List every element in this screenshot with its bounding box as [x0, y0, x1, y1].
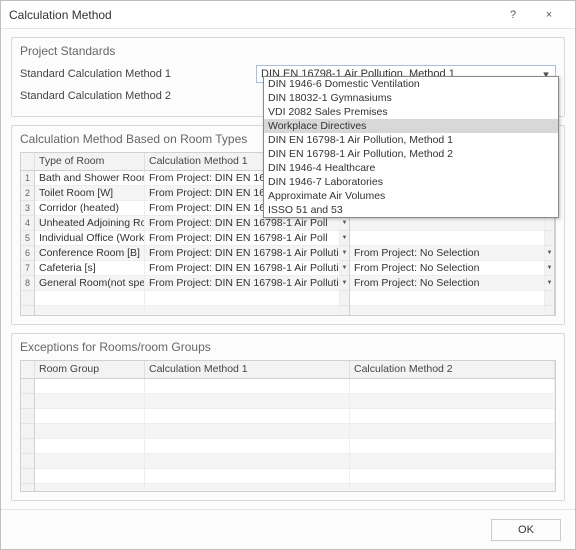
row-index: 6: [21, 246, 35, 261]
dropdown-option[interactable]: DIN EN 16798-1 Air Pollution, Method 1: [264, 133, 558, 147]
table-row[interactable]: 4Unheated Adjoining RoomFrom Project: DI…: [21, 216, 555, 231]
std-method-1-label: Standard Calculation Method 1: [20, 68, 256, 80]
dropdown-option[interactable]: ISSO 51 and 53: [264, 203, 558, 217]
chevron-down-icon: ▼: [547, 250, 553, 256]
chevron-down-icon: ▼: [342, 220, 348, 226]
dropdown-option[interactable]: DIN 18032-1 Gymnasiums: [264, 91, 558, 105]
table-row: [21, 484, 555, 491]
dropdown-option[interactable]: DIN 1946-7 Laboratories: [264, 175, 558, 189]
ex-col-method-1[interactable]: Calculation Method 1: [145, 361, 350, 378]
cell-type[interactable]: General Room(not specified): [35, 276, 145, 291]
cell-method-2[interactable]: From Project: No Selection: [350, 276, 545, 291]
cell-method-2-dropdown[interactable]: ▼: [545, 276, 555, 291]
dropdown-option[interactable]: DIN 1946-4 Healthcare: [264, 161, 558, 175]
table-row: [21, 454, 555, 469]
cell-method-2[interactable]: From Project: No Selection: [350, 246, 545, 261]
table-row[interactable]: 5Individual Office (Working Pla...From P…: [21, 231, 555, 246]
exceptions-section: Exceptions for Rooms/room Groups Room Gr…: [11, 333, 565, 501]
window-title: Calculation Method: [9, 8, 495, 22]
cell-method-1-dropdown[interactable]: ▼: [340, 246, 350, 261]
cell-method-2-dropdown[interactable]: ▼: [545, 261, 555, 276]
std-method-1-dropdown[interactable]: DIN 1946-6 Domestic VentilationDIN 18032…: [263, 76, 559, 218]
cell-method-2-dropdown[interactable]: [545, 216, 555, 231]
table-row: [21, 424, 555, 439]
cell-type[interactable]: Cafeteria [s]: [35, 261, 145, 276]
cell-method-2-dropdown[interactable]: [545, 231, 555, 246]
row-index: 5: [21, 231, 35, 246]
cell-method-1[interactable]: From Project: DIN EN 16798-1 Air Polluti…: [145, 261, 340, 276]
close-button[interactable]: ×: [531, 1, 567, 29]
ex-col-index: [21, 361, 35, 378]
ex-col-method-2[interactable]: Calculation Method 2: [350, 361, 555, 378]
table-row: [21, 379, 555, 394]
chevron-down-icon: ▼: [547, 265, 553, 271]
footer: OK: [1, 509, 575, 549]
cell-method-1[interactable]: From Project: DIN EN 16798-1 Air Polluti…: [145, 276, 340, 291]
help-button[interactable]: ?: [495, 1, 531, 29]
dropdown-option[interactable]: DIN 1946-6 Domestic Ventilation: [264, 77, 558, 91]
table-row: [21, 409, 555, 424]
cell-method-2[interactable]: [350, 216, 545, 231]
table-row: [21, 291, 555, 306]
cell-method-1[interactable]: From Project: DIN EN 16798-1 Air Polluti…: [145, 246, 340, 261]
dropdown-option[interactable]: Workplace Directives: [264, 119, 558, 133]
row-index: 4: [21, 216, 35, 231]
ok-button[interactable]: OK: [491, 519, 561, 541]
cell-method-2[interactable]: [350, 231, 545, 246]
cell-method-1[interactable]: From Project: DIN EN 16798-1 Air Poll: [145, 231, 340, 246]
table-row: [21, 394, 555, 409]
table-row: [21, 306, 555, 315]
chevron-down-icon: ▼: [547, 280, 553, 286]
row-index: 8: [21, 276, 35, 291]
cell-type[interactable]: Individual Office (Working Pla...: [35, 231, 145, 246]
dropdown-option[interactable]: Approximate Air Volumes: [264, 189, 558, 203]
chevron-down-icon: ▼: [342, 280, 348, 286]
cell-type[interactable]: Unheated Adjoining Room: [35, 216, 145, 231]
dialog: Calculation Method ? × Project Standards…: [0, 0, 576, 550]
cell-method-2-dropdown[interactable]: ▼: [545, 246, 555, 261]
project-standards-heading: Project Standards: [20, 44, 556, 58]
exceptions-header: Room Group Calculation Method 1 Calculat…: [21, 361, 555, 379]
table-row[interactable]: 8General Room(not specified)From Project…: [21, 276, 555, 291]
exceptions-body: [21, 379, 555, 491]
cell-method-1-dropdown[interactable]: ▼: [340, 276, 350, 291]
row-index: 1: [21, 171, 35, 186]
chevron-down-icon: ▼: [342, 250, 348, 256]
table-row: [21, 469, 555, 484]
row-index: 3: [21, 201, 35, 216]
table-row[interactable]: 7Cafeteria [s]From Project: DIN EN 16798…: [21, 261, 555, 276]
cell-type[interactable]: Bath and Shower Room (Priv...: [35, 171, 145, 186]
col-type[interactable]: Type of Room: [35, 153, 145, 170]
cell-method-2[interactable]: From Project: No Selection: [350, 261, 545, 276]
cell-type[interactable]: Corridor (heated): [35, 201, 145, 216]
row-index: 2: [21, 186, 35, 201]
titlebar: Calculation Method ? ×: [1, 1, 575, 29]
exceptions-grid[interactable]: Room Group Calculation Method 1 Calculat…: [20, 360, 556, 492]
cell-method-1-dropdown[interactable]: ▼: [340, 216, 350, 231]
cell-method-1-dropdown[interactable]: ▼: [340, 231, 350, 246]
ex-col-room-group[interactable]: Room Group: [35, 361, 145, 378]
cell-type[interactable]: Toilet Room [W]: [35, 186, 145, 201]
dropdown-option[interactable]: VDI 2082 Sales Premises: [264, 105, 558, 119]
row-index: 7: [21, 261, 35, 276]
chevron-down-icon: ▼: [342, 235, 348, 241]
cell-method-1[interactable]: From Project: DIN EN 16798-1 Air Poll: [145, 216, 340, 231]
cell-method-1-dropdown[interactable]: ▼: [340, 261, 350, 276]
table-row[interactable]: 6Conference Room [B]From Project: DIN EN…: [21, 246, 555, 261]
col-index: [21, 153, 35, 170]
table-row: [21, 439, 555, 454]
std-method-2-label: Standard Calculation Method 2: [20, 90, 256, 102]
dropdown-option[interactable]: DIN EN 16798-1 Air Pollution, Method 2: [264, 147, 558, 161]
exceptions-heading: Exceptions for Rooms/room Groups: [20, 340, 556, 354]
chevron-down-icon: ▼: [342, 265, 348, 271]
cell-type[interactable]: Conference Room [B]: [35, 246, 145, 261]
